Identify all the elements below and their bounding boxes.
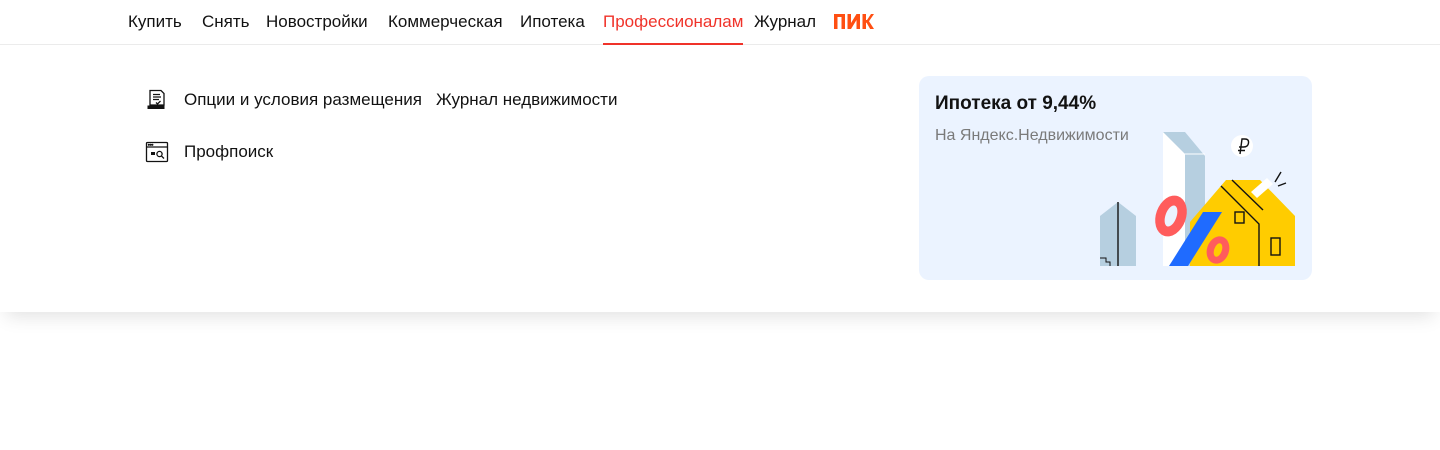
professionals-dropdown: Опции и условия размещения Журнал недвиж…: [0, 45, 1440, 312]
nav-item-rent[interactable]: Снять: [202, 0, 250, 45]
nav-item-buy[interactable]: Купить: [128, 0, 182, 45]
menu-item-profsearch[interactable]: Профпоиск: [145, 138, 273, 166]
document-list-icon: [145, 88, 169, 112]
menu-item-realty-journal[interactable]: Журнал недвижимости: [436, 86, 617, 114]
browser-search-icon: [145, 140, 169, 164]
nav-item-mortgage[interactable]: Ипотека: [520, 0, 585, 45]
menu-item-placement-options[interactable]: Опции и условия размещения: [145, 86, 422, 114]
pik-logo[interactable]: [834, 13, 874, 30]
nav-item-professionals[interactable]: Профессионалам: [603, 0, 744, 45]
nav-item-journal[interactable]: Журнал: [754, 0, 816, 45]
nav-item-new-buildings[interactable]: Новостройки: [266, 0, 368, 45]
nav-item-commercial[interactable]: Коммерческая: [388, 0, 503, 45]
promo-title: Ипотека от 9,44%: [935, 93, 1097, 114]
house-percent-illustration: [1100, 132, 1295, 266]
menu-item-label: Опции и условия размещения: [184, 90, 422, 109]
top-navigation: Купить Снять Новостройки Коммерческая Ип…: [0, 0, 1440, 45]
mortgage-promo-card[interactable]: Ипотека от 9,44% На Яндекс.Недвижимости: [919, 76, 1312, 280]
menu-item-label: Профпоиск: [184, 142, 274, 161]
